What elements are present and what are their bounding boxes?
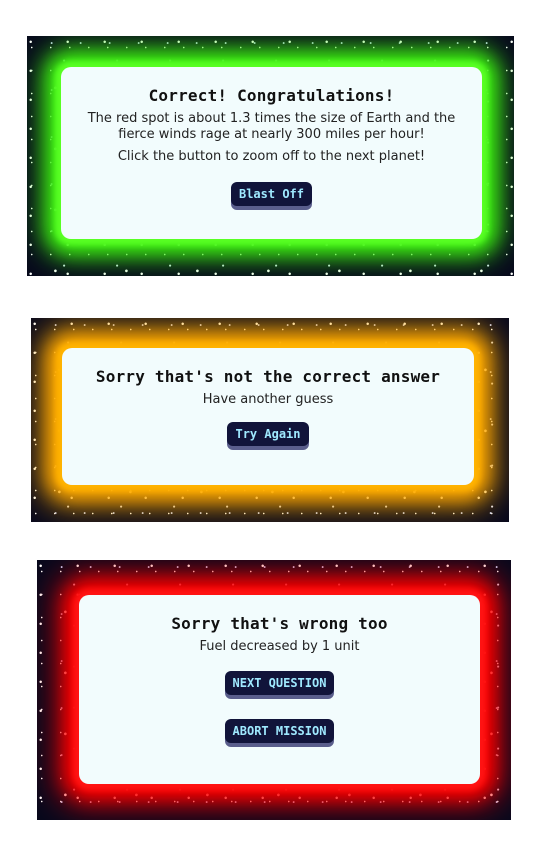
try-again-button[interactable]: Try Again xyxy=(227,422,309,446)
next-question-button[interactable]: NEXT QUESTION xyxy=(224,671,335,695)
fact-line-2: fierce winds rage at nearly 300 miles pe… xyxy=(118,127,425,142)
wrong-again-dialog-panel: Sorry that's wrong too Fuel decreased by… xyxy=(37,560,511,820)
wrong-message: Have another guess xyxy=(202,392,334,407)
wrong-again-title: Sorry that's wrong too xyxy=(171,614,388,633)
wrong-title: Sorry that's not the correct answer xyxy=(95,367,441,386)
correct-dialog-card: Correct! Congratulations! The red spot i… xyxy=(61,67,482,239)
fuel-message: Fuel decreased by 1 unit xyxy=(199,639,360,654)
abort-mission-button[interactable]: ABORT MISSION xyxy=(224,719,335,743)
fact-line-1: The red spot is about 1.3 times the size… xyxy=(87,111,456,126)
wrong-dialog-card: Sorry that's not the correct answer Have… xyxy=(62,348,474,485)
wrong-dialog-panel: Sorry that's not the correct answer Have… xyxy=(31,318,509,522)
correct-title: Correct! Congratulations! xyxy=(148,86,395,105)
instruction-text: Click the button to zoom off to the next… xyxy=(117,149,426,164)
wrong-again-dialog-card: Sorry that's wrong too Fuel decreased by… xyxy=(79,595,480,784)
blast-off-button[interactable]: Blast Off xyxy=(230,182,313,206)
correct-dialog-panel: Correct! Congratulations! The red spot i… xyxy=(27,36,514,276)
